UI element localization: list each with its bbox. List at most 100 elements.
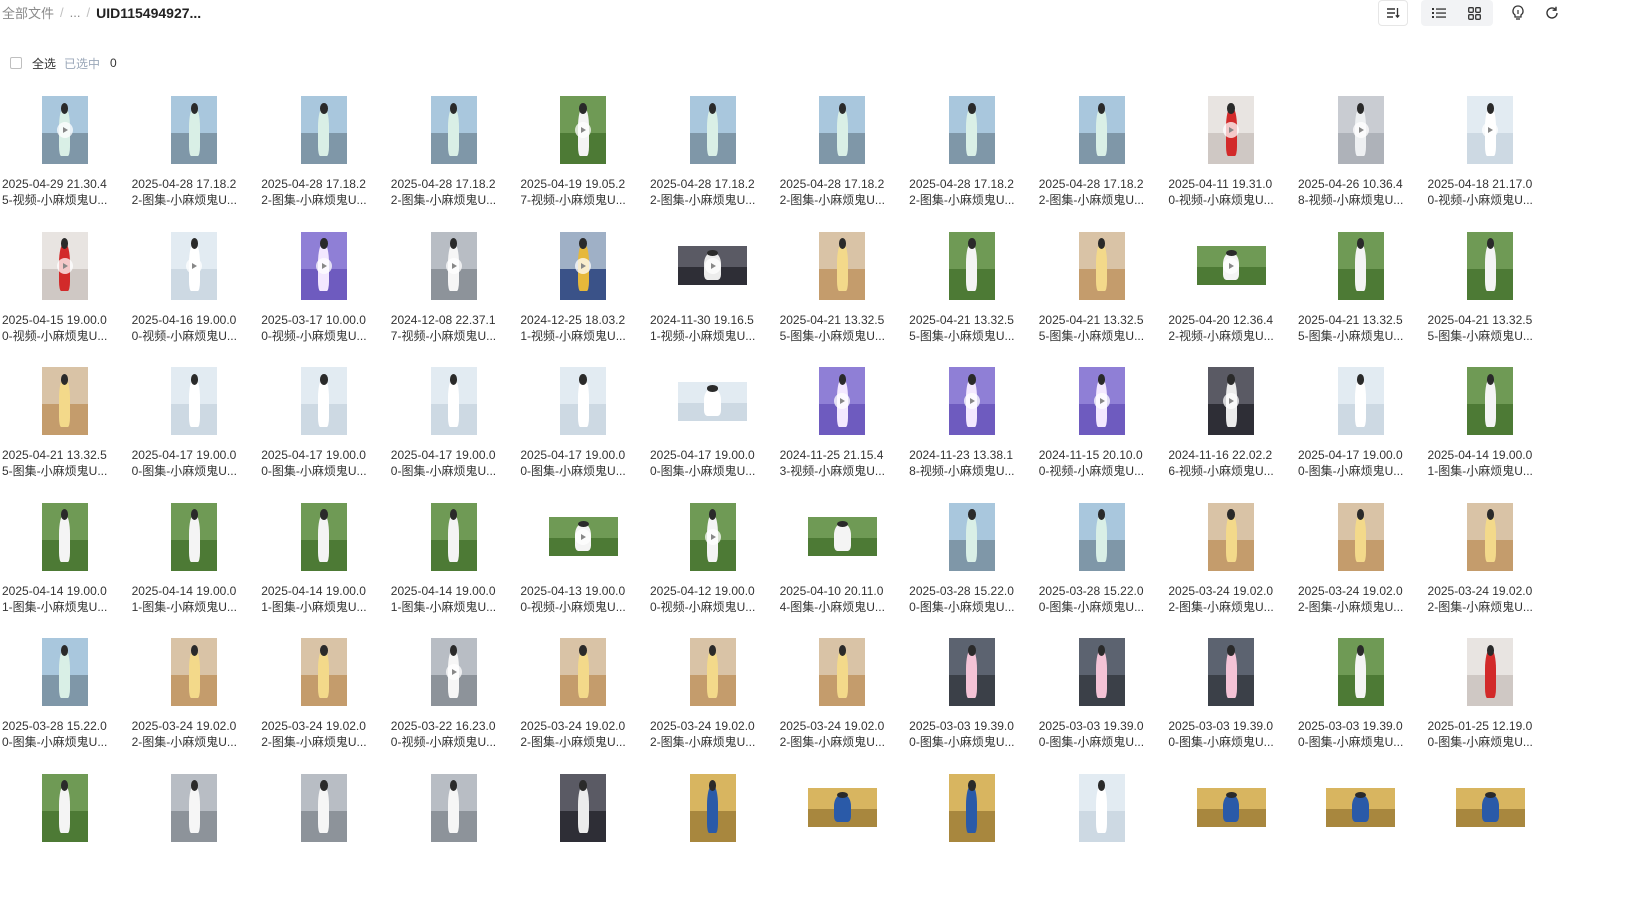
file-item[interactable]: 2025-04-13 19.00.0 0-视频-小麻烦鬼U... xyxy=(518,493,648,629)
file-thumbnail[interactable] xyxy=(1078,367,1125,435)
file-item[interactable]: 2025-04-16 19.00.0 0-视频-小麻烦鬼U... xyxy=(130,222,260,358)
file-thumbnail[interactable] xyxy=(41,96,88,164)
file-thumbnail[interactable] xyxy=(1208,367,1255,435)
file-thumbnail[interactable] xyxy=(1337,502,1384,571)
file-thumbnail[interactable] xyxy=(430,231,477,300)
file-item[interactable]: 2024-12-08 22.37.1 7-视频-小麻烦鬼U... xyxy=(389,222,519,358)
file-item[interactable]: 2025-03-28 15.22.0 0-图集-小麻烦鬼U... xyxy=(0,628,130,764)
file-thumbnail[interactable] xyxy=(678,246,748,285)
file-item[interactable]: 2025-03-24 19.02.0 2-图集-小麻烦鬼U... xyxy=(518,628,648,764)
file-item[interactable]: 2024-11-16 22.02.2 6-视频-小麻烦鬼U... xyxy=(1166,357,1296,493)
file-item[interactable]: 2025-03-24 19.02.0 2-图集-小麻烦鬼U... xyxy=(1166,493,1296,629)
file-item[interactable]: 2025-04-19 19.05.2 7-视频-小麻烦鬼U... xyxy=(518,86,648,222)
file-thumbnail[interactable] xyxy=(171,367,218,435)
file-thumbnail[interactable] xyxy=(1196,246,1266,285)
file-thumbnail[interactable] xyxy=(1208,638,1255,706)
file-thumbnail[interactable] xyxy=(560,773,607,842)
file-thumbnail[interactable] xyxy=(171,502,218,571)
file-thumbnail[interactable] xyxy=(1208,96,1255,164)
file-item[interactable]: 2025-03-24 19.02.0 2-图集-小麻烦鬼U... xyxy=(648,628,778,764)
file-thumbnail[interactable] xyxy=(948,231,995,300)
file-item[interactable] xyxy=(1296,764,1426,900)
file-thumbnail[interactable] xyxy=(1078,502,1125,571)
file-thumbnail[interactable] xyxy=(689,502,736,571)
file-item[interactable] xyxy=(1426,764,1556,900)
file-item[interactable]: 2025-04-17 19.00.0 0-图集-小麻烦鬼U... xyxy=(1296,357,1426,493)
file-item[interactable]: 2025-04-14 19.00.0 1-图集-小麻烦鬼U... xyxy=(389,493,519,629)
file-item[interactable]: 2025-04-21 13.32.5 5-图集-小麻烦鬼U... xyxy=(1426,222,1556,358)
select-all-label[interactable]: 全选 xyxy=(32,55,56,72)
file-thumbnail[interactable] xyxy=(689,96,736,164)
file-thumbnail[interactable] xyxy=(1467,502,1514,571)
file-item[interactable]: 2025-03-03 19.39.0 0-图集-小麻烦鬼U... xyxy=(1037,628,1167,764)
file-thumbnail[interactable] xyxy=(1078,96,1125,164)
file-item[interactable]: 2025-04-17 19.00.0 0-图集-小麻烦鬼U... xyxy=(389,357,519,493)
file-item[interactable]: 2025-04-21 13.32.5 5-图集-小麻烦鬼U... xyxy=(0,357,130,493)
file-thumbnail[interactable] xyxy=(300,96,347,164)
file-item[interactable]: 2025-04-20 12.36.4 2-视频-小麻烦鬼U... xyxy=(1166,222,1296,358)
file-item[interactable]: 2025-04-28 17.18.2 2-图集-小麻烦鬼U... xyxy=(389,86,519,222)
file-thumbnail[interactable] xyxy=(678,381,748,421)
file-thumbnail[interactable] xyxy=(1467,367,1514,435)
file-thumbnail[interactable] xyxy=(1078,638,1125,706)
file-thumbnail[interactable] xyxy=(807,517,877,556)
file-thumbnail[interactable] xyxy=(300,231,347,300)
file-item[interactable]: 2025-04-26 10.36.4 8-视频-小麻烦鬼U... xyxy=(1296,86,1426,222)
file-thumbnail[interactable] xyxy=(948,638,995,706)
file-thumbnail[interactable] xyxy=(171,638,218,706)
file-thumbnail[interactable] xyxy=(819,96,866,164)
refresh-button[interactable] xyxy=(1537,0,1567,26)
breadcrumb-ellipsis-link[interactable]: ... xyxy=(70,5,81,20)
file-item[interactable] xyxy=(130,764,260,900)
file-thumbnail[interactable] xyxy=(819,231,866,300)
file-thumbnail[interactable] xyxy=(1467,96,1514,164)
file-thumbnail[interactable] xyxy=(1337,96,1384,164)
file-item[interactable]: 2025-04-14 19.00.0 1-图集-小麻烦鬼U... xyxy=(0,493,130,629)
file-item[interactable]: 2025-04-14 19.00.0 1-图集-小麻烦鬼U... xyxy=(259,493,389,629)
file-item[interactable] xyxy=(259,764,389,900)
file-item[interactable]: 2025-04-21 13.32.5 5-图集-小麻烦鬼U... xyxy=(907,222,1037,358)
file-item[interactable] xyxy=(389,764,519,900)
file-thumbnail[interactable] xyxy=(948,502,995,571)
file-thumbnail[interactable] xyxy=(1337,367,1384,435)
file-thumbnail[interactable] xyxy=(689,773,736,842)
file-item[interactable]: 2025-03-24 19.02.0 2-图集-小麻烦鬼U... xyxy=(130,628,260,764)
file-item[interactable] xyxy=(648,764,778,900)
file-item[interactable]: 2025-04-21 13.32.5 5-图集-小麻烦鬼U... xyxy=(1296,222,1426,358)
file-item[interactable]: 2025-04-18 21.17.0 0-视频-小麻烦鬼U... xyxy=(1426,86,1556,222)
file-item[interactable]: 2025-04-17 19.00.0 0-图集-小麻烦鬼U... xyxy=(130,357,260,493)
file-item[interactable]: 2024-11-15 20.10.0 0-视频-小麻烦鬼U... xyxy=(1037,357,1167,493)
grid-view-button[interactable] xyxy=(1459,0,1489,26)
file-thumbnail[interactable] xyxy=(171,231,218,300)
file-item[interactable] xyxy=(1037,764,1167,900)
file-item[interactable]: 2025-04-10 20.11.0 4-图集-小麻烦鬼U... xyxy=(778,493,908,629)
file-thumbnail[interactable] xyxy=(300,502,347,571)
file-item[interactable]: 2025-03-24 19.02.0 2-图集-小麻烦鬼U... xyxy=(778,628,908,764)
file-thumbnail[interactable] xyxy=(948,773,995,842)
file-item[interactable]: 2025-03-28 15.22.0 0-图集-小麻烦鬼U... xyxy=(907,493,1037,629)
file-item[interactable]: 2025-03-28 15.22.0 0-图集-小麻烦鬼U... xyxy=(1037,493,1167,629)
file-thumbnail[interactable] xyxy=(1078,231,1125,300)
file-item[interactable]: 2025-04-28 17.18.2 2-图集-小麻烦鬼U... xyxy=(130,86,260,222)
file-thumbnail[interactable] xyxy=(430,773,477,842)
file-thumbnail[interactable] xyxy=(560,367,607,435)
file-item[interactable] xyxy=(1166,764,1296,900)
file-thumbnail[interactable] xyxy=(41,638,88,706)
tips-button[interactable] xyxy=(1503,0,1533,26)
file-item[interactable]: 2025-03-17 10.00.0 0-视频-小麻烦鬼U... xyxy=(259,222,389,358)
file-item[interactable]: 2025-04-28 17.18.2 2-图集-小麻烦鬼U... xyxy=(1037,86,1167,222)
file-thumbnail[interactable] xyxy=(1208,502,1255,571)
file-thumbnail[interactable] xyxy=(1078,773,1125,842)
file-item[interactable] xyxy=(518,764,648,900)
file-thumbnail[interactable] xyxy=(689,638,736,706)
file-thumbnail[interactable] xyxy=(560,231,607,300)
file-thumbnail[interactable] xyxy=(1455,788,1525,827)
file-item[interactable]: 2025-04-17 19.00.0 0-图集-小麻烦鬼U... xyxy=(259,357,389,493)
file-item[interactable]: 2025-04-28 17.18.2 2-图集-小麻烦鬼U... xyxy=(259,86,389,222)
file-item[interactable]: 2025-03-03 19.39.0 0-图集-小麻烦鬼U... xyxy=(1296,628,1426,764)
file-item[interactable]: 2025-04-21 13.32.5 5-图集-小麻烦鬼U... xyxy=(778,222,908,358)
file-item[interactable] xyxy=(907,764,1037,900)
file-thumbnail[interactable] xyxy=(41,231,88,300)
file-item[interactable]: 2025-01-25 12.19.0 0-图集-小麻烦鬼U... xyxy=(1426,628,1556,764)
file-thumbnail[interactable] xyxy=(300,638,347,706)
